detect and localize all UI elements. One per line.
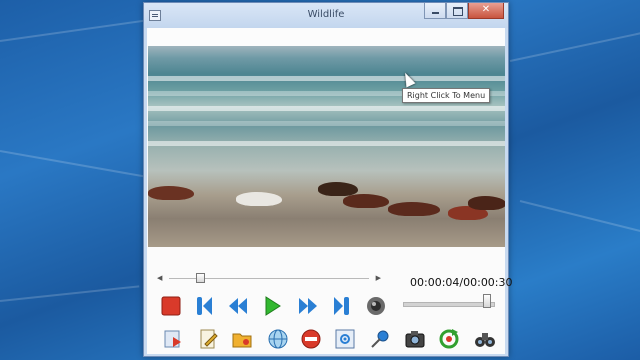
import-button[interactable] (162, 328, 184, 350)
speaker-icon (367, 297, 385, 315)
horse (318, 182, 358, 196)
seek-thumb[interactable] (196, 273, 205, 283)
pin-button[interactable] (369, 328, 391, 350)
target-icon (335, 329, 355, 349)
time-display: 00:00:04/00:00:30 (410, 276, 513, 289)
skip-next-icon (334, 297, 349, 315)
horse (148, 186, 194, 200)
pin-icon (371, 330, 389, 348)
play-button[interactable] (261, 295, 283, 317)
next-button[interactable] (331, 295, 353, 317)
video-area[interactable] (148, 46, 505, 247)
previous-button[interactable] (193, 295, 215, 317)
fullscreen-button[interactable] (334, 328, 356, 350)
snapshot-button[interactable] (404, 328, 426, 350)
horse (236, 192, 282, 206)
maximize-button[interactable] (446, 3, 468, 19)
search-button[interactable] (474, 328, 496, 350)
player-client-area: ◀ ▶ 00:00:04/00:00:30 (147, 28, 513, 354)
volume-slider-thumb[interactable] (483, 294, 491, 308)
minimize-button[interactable] (424, 3, 446, 19)
close-button[interactable] (468, 3, 504, 19)
block-button[interactable] (300, 328, 322, 350)
rewind-icon (229, 298, 247, 314)
web-button[interactable] (267, 328, 289, 350)
stop-button[interactable] (160, 295, 182, 317)
no-entry-icon (301, 329, 321, 349)
refresh-icon (439, 329, 459, 349)
fast-forward-button[interactable] (297, 295, 319, 317)
stop-icon (161, 296, 181, 316)
fast-forward-icon (299, 298, 317, 314)
mute-button[interactable] (365, 295, 387, 317)
volume-track[interactable] (403, 302, 495, 307)
import-icon (164, 330, 181, 348)
document-edit-icon (200, 329, 218, 349)
player-window[interactable]: Wildlife ◀ ▶ 00:0 (143, 2, 513, 357)
camera-icon (405, 331, 425, 348)
globe-icon (268, 329, 288, 349)
open-folder-icon (232, 333, 252, 348)
horse (388, 202, 440, 216)
edit-button[interactable] (197, 328, 219, 350)
refresh-button[interactable] (438, 328, 460, 350)
title-bar[interactable]: Wildlife (144, 3, 508, 28)
skip-previous-icon (197, 297, 212, 315)
horse (343, 194, 389, 208)
open-folder-button[interactable] (231, 328, 253, 350)
seek-left-arrow-icon[interactable]: ◀ (157, 274, 162, 282)
binoculars-icon (475, 333, 495, 347)
tooltip: Right Click To Menu (402, 88, 491, 103)
seek-bar[interactable]: ◀ ▶ (157, 273, 381, 283)
rewind-button[interactable] (227, 295, 249, 317)
play-icon (265, 296, 281, 316)
seek-right-arrow-icon[interactable]: ▶ (376, 274, 381, 282)
horse (468, 196, 505, 210)
